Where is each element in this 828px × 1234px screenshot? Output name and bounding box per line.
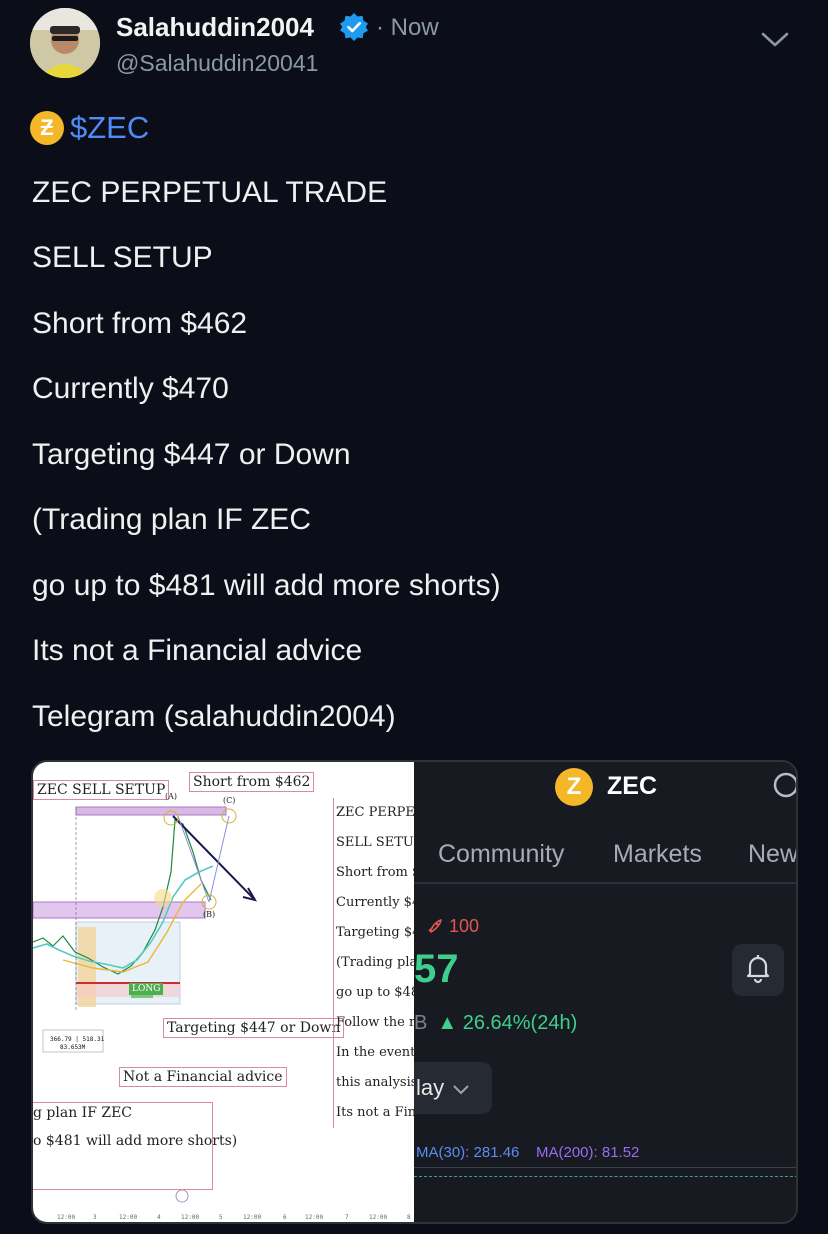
side-text-line: Short from $ [336,865,414,880]
verified-badge-icon [339,12,369,47]
axis-tick-label: 5 [219,1214,223,1221]
cashtag-row[interactable]: Ƶ $ZEC [30,110,149,146]
side-text-line: Targeting $4 [336,925,414,940]
zcash-coin-icon: Z [555,768,593,806]
time-range-dropdown[interactable]: lay [414,1062,492,1114]
chart-divider [414,1167,796,1168]
up-triangle-icon: ▲ [437,1012,463,1034]
post-text-line: ZEC PERPETUAL TRADE [32,176,388,209]
axis-tick-label: 4 [157,1214,161,1221]
chart-plan-box: g plan IF ZEC o $481 will add more short… [33,1102,238,1190]
avatar[interactable] [30,8,100,78]
rank-badge: 100 [426,916,479,937]
axis-tick-label: 8 [407,1214,411,1221]
tab-new[interactable]: New [748,840,796,869]
ma200-label: MA(200): 81.52 [536,1144,640,1161]
axis-tick-label: 12:00 [305,1214,324,1221]
price-value: 57 [414,947,459,991]
price-alert-button[interactable] [732,944,784,996]
time-range-label: lay [416,1075,445,1100]
chart-title-label: ZEC SELL SETUP [33,780,170,800]
side-text-line: SELL SETUP [336,835,414,850]
chevron-down-icon [452,1075,470,1101]
post-text-line: (Trading plan IF ZEC [32,503,311,536]
chart-advice-label: Not a Financial advice [119,1067,287,1087]
rocket-icon [426,916,449,936]
chart-plan-line: o $481 will add more shorts) [33,1133,238,1149]
side-text-line: this analysis [336,1075,414,1090]
axis-tick-label: 12:00 [369,1214,388,1221]
app-coin-title: ZEC [607,772,657,800]
post-media[interactable]: ZEC SELL SETUP Short from $462 (A) (C) (… [31,760,798,1224]
axis-tick-label: 7 [345,1214,349,1221]
tab-markets[interactable]: Markets [613,840,702,869]
chart-image[interactable]: ZEC SELL SETUP Short from $462 (A) (C) (… [33,762,414,1222]
axis-tick-label: 6 [283,1214,287,1221]
post-text-line: SELL SETUP [32,241,213,274]
cashtag-link[interactable]: $ZEC [70,110,149,146]
tab-community[interactable]: Community [438,840,564,869]
chart-price-box-line: 83.653M [60,1044,86,1051]
post-text-line: go up to $481 will add more shorts) [32,569,501,602]
search-icon[interactable] [770,770,796,809]
timestamp[interactable]: · Now [376,14,439,42]
chart-point-c: (C) [223,796,236,805]
chart-point-a: (A) [165,792,178,801]
axis-tick-label: 12:00 [181,1214,200,1221]
chart-price-box-line: 366.79 | 518.31 [50,1036,105,1043]
side-text-line: Currently $4 [336,895,414,910]
chart-dashed-line [414,1176,796,1177]
chart-long-label: LONG [129,983,164,995]
post-text-line: Targeting $447 or Down [32,438,351,471]
chevron-down-icon[interactable] [760,30,790,55]
user-handle[interactable]: @Salahuddin20041 [116,50,318,77]
axis-tick-label: 12:00 [119,1214,138,1221]
chart-plan-line: g plan IF ZEC [33,1105,133,1121]
side-text-line: ZEC PERPETU [336,805,414,820]
price-change-row: B ▲ 26.64%(24h) [414,1012,577,1035]
chart-target-label: Targeting $447 or Down [163,1018,345,1038]
axis-tick-label: 3 [93,1214,97,1221]
side-text-line: Its not a Fina [336,1105,414,1120]
bitcoin-icon: B [414,1012,428,1034]
post-text-line: Currently $470 [32,372,229,405]
app-screenshot[interactable]: Z ZEC Community Markets New 100 57 B ▲ 26… [414,762,796,1222]
side-text-line: Follow the ne [336,1015,414,1030]
axis-tick-label: 12:00 [57,1214,76,1221]
axis-tick-label: 12:00 [243,1214,262,1221]
display-name[interactable]: Salahuddin2004 [116,12,314,43]
chart-side-text: ZEC PERPETU SELL SETUP Short from $ Curr… [333,798,414,1128]
side-text-line: In the event [336,1045,414,1060]
bell-icon [742,952,774,989]
post-text-line: Its not a Financial advice [32,634,363,667]
post-text-line: Short from $462 [32,307,248,340]
chart-short-label: Short from $462 [189,772,315,792]
chart-point-b: (B) [203,910,216,919]
rank-value: 100 [449,916,480,936]
side-text-line: (Trading plan [336,955,414,970]
side-text-line: go up to $48 [336,985,414,1000]
tabs-divider [414,882,796,884]
post-text-line: Telegram (salahuddin2004) [32,700,396,733]
zcash-coin-icon: Ƶ [30,111,64,145]
price-change-value: 26.64%(24h) [462,1012,578,1034]
ma30-label: MA(30): 281.46 [416,1144,520,1161]
